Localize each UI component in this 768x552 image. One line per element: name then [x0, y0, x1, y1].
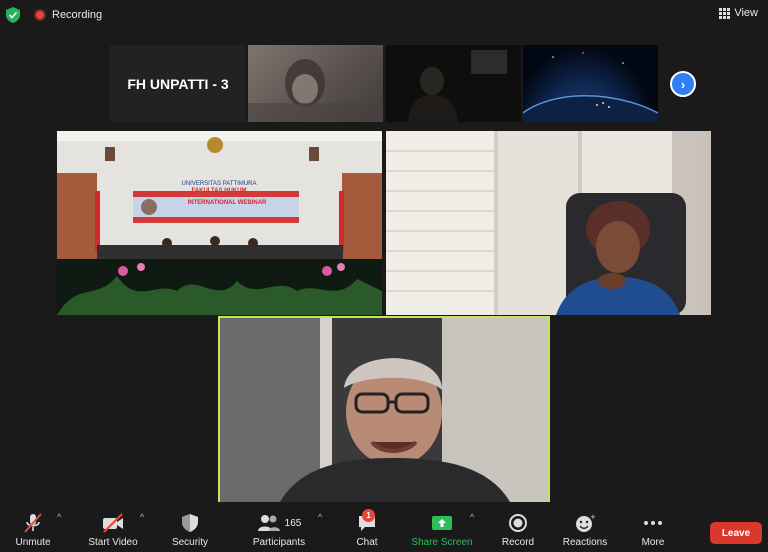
chat-badge: 1	[362, 509, 375, 522]
participant-video-tile[interactable]	[523, 45, 658, 122]
more-dots-icon	[644, 521, 662, 525]
share-screen-label: Share Screen	[411, 537, 473, 548]
share-screen-button[interactable]: Share Screen	[410, 511, 474, 548]
recording-icon	[34, 9, 46, 21]
reactions-button[interactable]: + Reactions	[560, 511, 610, 548]
more-button[interactable]: More	[632, 511, 674, 548]
leave-label: Leave	[721, 527, 751, 539]
participants-icon	[257, 515, 280, 531]
chevron-up-icon[interactable]: ^	[57, 512, 65, 522]
participant-video-tile[interactable]	[248, 45, 383, 122]
participant-video-image	[220, 318, 548, 502]
chat-label: Chat	[356, 537, 378, 548]
video-off-icon	[103, 513, 123, 533]
start-video-label: Start Video	[88, 537, 138, 548]
leave-button[interactable]: Leave	[710, 522, 762, 544]
unmute-label: Unmute	[15, 537, 51, 548]
record-label: Record	[501, 537, 535, 548]
participant-video-image	[386, 131, 686, 315]
microphone-muted-icon	[24, 513, 42, 533]
participant-video-tile[interactable]	[386, 131, 711, 315]
grid-icon	[719, 7, 731, 19]
shield-icon	[182, 514, 198, 532]
participant-video-image	[408, 50, 507, 122]
smiley-icon: +	[576, 513, 596, 532]
earth-background-image	[523, 52, 658, 122]
view-label: View	[734, 7, 758, 19]
shield-icon[interactable]	[6, 7, 20, 23]
more-label: More	[641, 537, 665, 548]
chat-button[interactable]: 1 Chat	[346, 509, 388, 548]
participant-count: 165	[284, 517, 302, 529]
conference-hall-image: UNIVERSITAS PATTIMURA FAKULTAS HUKUM INT…	[57, 131, 382, 315]
record-icon	[509, 514, 527, 532]
participants-label: Participants	[252, 537, 306, 548]
share-screen-icon	[432, 516, 452, 530]
participant-name-tile[interactable]: FH UNPATTI - 3	[110, 45, 246, 122]
top-bar: Recording View	[0, 0, 768, 30]
meeting-toolbar: Unmute ^ Start Video ^ Security 165 Part…	[0, 502, 768, 552]
banner-faculty: FAKULTAS HUKUM	[191, 188, 246, 194]
participant-video-tile[interactable]	[386, 45, 521, 122]
participant-name: FH UNPATTI - 3	[127, 75, 229, 92]
svg-text:+: +	[590, 513, 596, 521]
participant-video-tile[interactable]: UNIVERSITAS PATTIMURA FAKULTAS HUKUM INT…	[57, 131, 382, 315]
chevron-right-icon[interactable]: ›	[670, 71, 696, 97]
participants-button[interactable]: 165 Participants	[248, 511, 310, 548]
start-video-button[interactable]: Start Video	[84, 511, 142, 548]
security-label: Security	[171, 537, 209, 548]
record-button[interactable]: Record	[497, 511, 539, 548]
view-button[interactable]: View	[715, 4, 762, 22]
reactions-label: Reactions	[562, 537, 608, 548]
banner-university: UNIVERSITAS PATTIMURA	[181, 181, 256, 187]
unmute-button[interactable]: Unmute	[10, 511, 56, 548]
chevron-up-icon[interactable]: ^	[140, 512, 148, 522]
security-button[interactable]: Security	[168, 511, 212, 548]
participant-video-image	[248, 59, 383, 122]
recording-label: Recording	[52, 9, 103, 21]
active-speaker-tile[interactable]	[218, 316, 550, 504]
chevron-up-icon[interactable]: ^	[470, 512, 478, 522]
banner-webinar: INTERNATIONAL WEBINAR	[188, 200, 267, 206]
recording-indicator[interactable]: Recording	[28, 5, 108, 25]
chevron-up-icon[interactable]: ^	[318, 512, 326, 522]
